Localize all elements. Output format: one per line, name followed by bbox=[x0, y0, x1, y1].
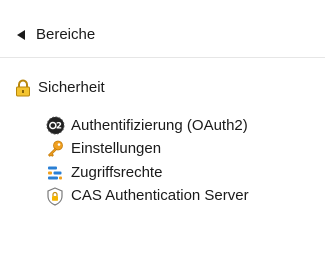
shield-lock-icon bbox=[45, 186, 65, 206]
svg-text:2: 2 bbox=[55, 122, 61, 132]
item-access-rights[interactable]: Zugriffsrechte bbox=[45, 161, 249, 185]
item-label: Authentifizierung (OAuth2) bbox=[71, 116, 248, 134]
section-label: Sicherheit bbox=[38, 79, 105, 96]
access-rights-icon bbox=[45, 163, 65, 183]
divider bbox=[0, 57, 325, 58]
padlock-icon bbox=[15, 79, 31, 97]
item-label: Einstellungen bbox=[71, 140, 162, 158]
section-header-security: Sicherheit bbox=[15, 76, 105, 100]
item-cas-authentication-server[interactable]: CAS Authentication Server bbox=[45, 185, 249, 209]
triangle-left-icon bbox=[17, 30, 25, 40]
item-label: CAS Authentication Server bbox=[71, 187, 249, 205]
back-label: Bereiche bbox=[36, 26, 96, 43]
back-to-areas-link[interactable]: Bereiche bbox=[17, 24, 95, 46]
key-icon bbox=[45, 139, 65, 159]
item-authentication-oauth2[interactable]: 2 Authentifizierung (OAuth2) bbox=[45, 114, 249, 138]
item-settings[interactable]: Einstellungen bbox=[45, 138, 249, 162]
security-items-list: 2 Authentifizierung (OAuth2) Einstellung… bbox=[45, 114, 249, 208]
oauth2-badge-icon: 2 bbox=[45, 116, 65, 136]
item-label: Zugriffsrechte bbox=[71, 163, 163, 181]
